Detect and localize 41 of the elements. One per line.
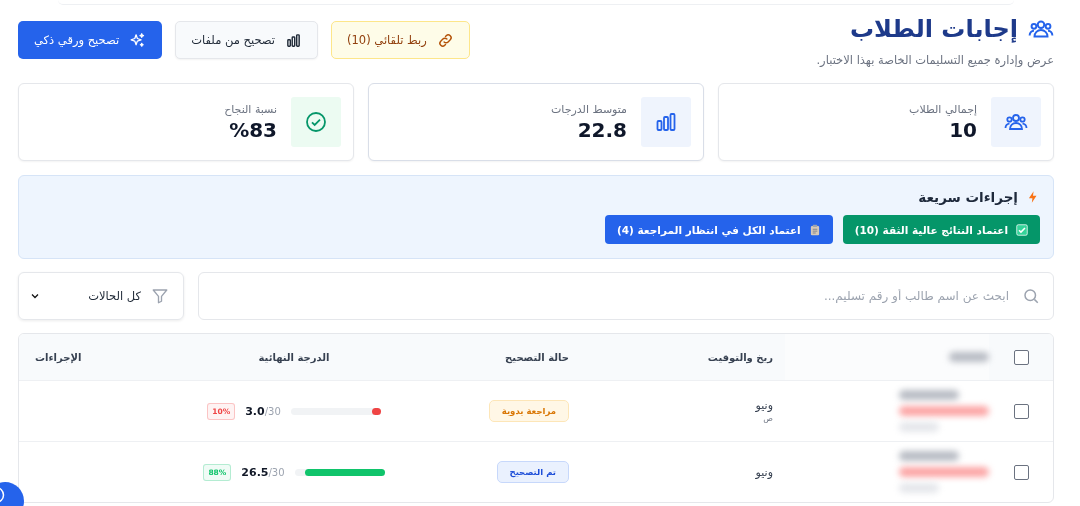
- column-header: الإجراءات: [35, 351, 82, 363]
- status-badge: تم التصحيح: [496, 461, 569, 483]
- page-title: إجابات الطلاب: [850, 15, 1018, 43]
- smart-grading-button[interactable]: تصحيح ورقي ذكي: [18, 21, 163, 59]
- auto-link-button[interactable]: ربط تلقائي (10): [331, 21, 470, 59]
- approve-pending-button[interactable]: اعتماد الكل في انتظار المراجعة (4): [604, 215, 833, 244]
- filter-icon: [151, 287, 169, 305]
- check-circle-icon: [304, 110, 328, 134]
- grade-max: /30: [268, 466, 285, 478]
- row-checkbox[interactable]: [1013, 403, 1029, 419]
- blurred-header: [949, 352, 989, 362]
- bar-chart-icon: [285, 31, 302, 49]
- submission-date: ونيو: [755, 399, 773, 412]
- stat-label: نسبة النجاح: [224, 102, 277, 116]
- grade-score: 26.5: [241, 465, 269, 479]
- column-header: الدرجة النهائية: [258, 351, 330, 363]
- stat-value: 22.8: [576, 117, 627, 142]
- approve-high-confidence-button[interactable]: اعتماد النتائج عالية الثقة (10): [842, 215, 1040, 244]
- search-icon: [1022, 287, 1040, 305]
- link-icon: [436, 31, 454, 49]
- grade-score: 3.0: [245, 404, 265, 418]
- column-header: حالة التصحيح: [505, 351, 569, 363]
- page-subtitle: عرض وإدارة جميع التسليمات الخاصة بهذا الاختبار.: [816, 53, 1054, 67]
- stat-label: متوسط الدرجات: [550, 102, 627, 116]
- submission-time: ص: [763, 414, 773, 423]
- submission-date: ونيو: [755, 465, 773, 479]
- file-grading-button[interactable]: تصحيح من ملفات: [175, 21, 318, 59]
- select-all-checkbox[interactable]: [1013, 349, 1029, 365]
- grade-max: /30: [264, 405, 281, 417]
- stat-label: إجمالي الطلاب: [909, 102, 977, 116]
- stat-value: 10: [948, 117, 977, 142]
- quick-actions-title: إجراءات سريعة: [918, 189, 1018, 205]
- column-header: ريخ والتوقيت: [707, 351, 773, 363]
- row-checkbox[interactable]: [1013, 464, 1029, 480]
- checkbox-icon: [1016, 223, 1028, 236]
- status-filter-dropdown[interactable]: كل الحالات: [18, 272, 184, 320]
- bar-chart-icon: [654, 110, 678, 134]
- status-badge: مراجعة يدوية: [488, 400, 569, 422]
- stat-value: %83: [228, 117, 277, 142]
- sparkles-icon: [129, 31, 147, 49]
- clipboard-icon: [808, 223, 821, 236]
